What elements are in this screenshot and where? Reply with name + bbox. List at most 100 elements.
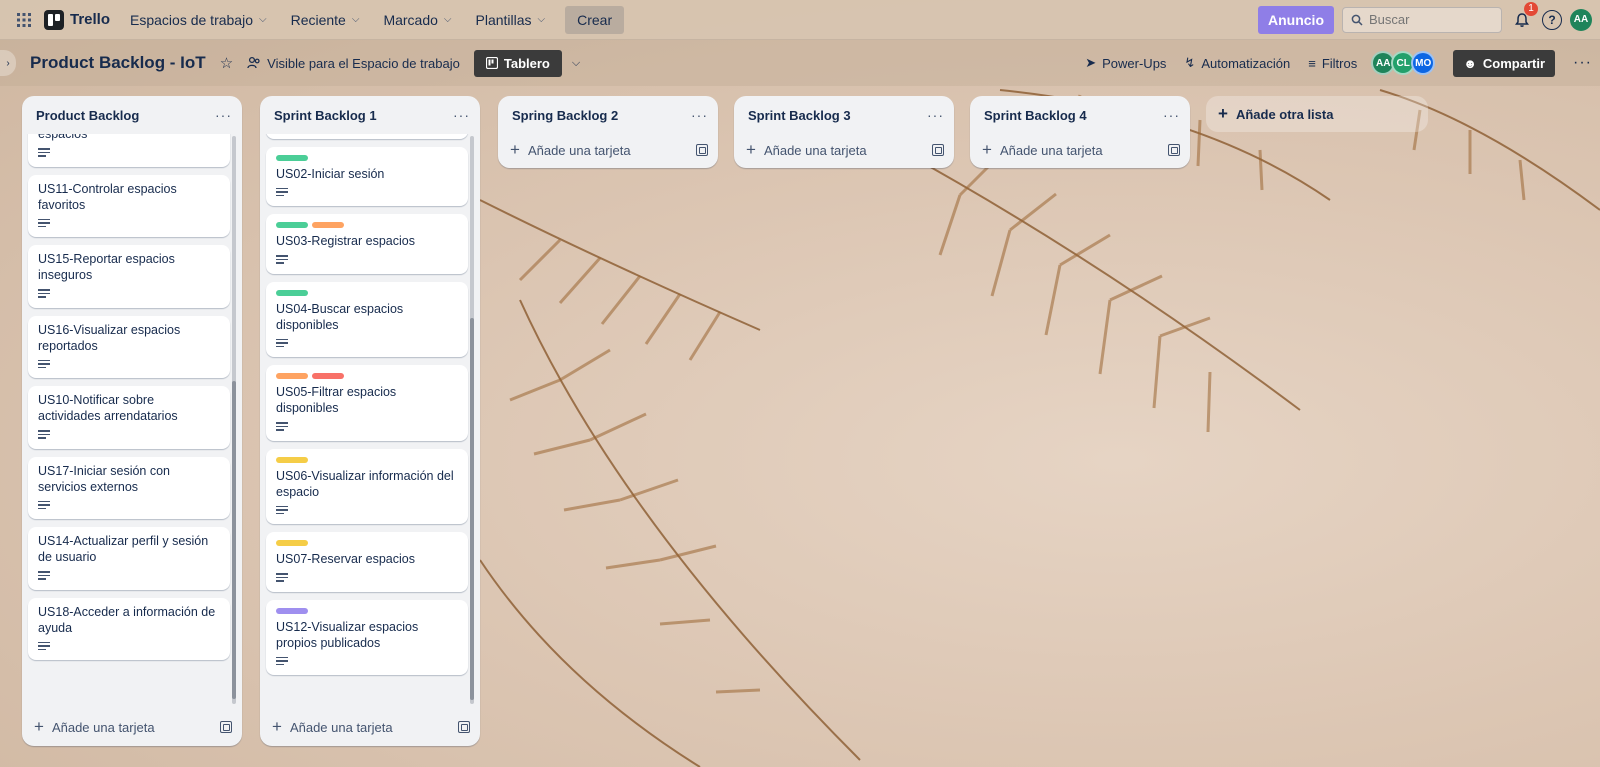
list-title[interactable]: Spring Backlog 2 [512,108,618,123]
card[interactable]: US17-Iniciar sesión con servicios extern… [28,456,230,519]
plus-icon: + [746,140,756,159]
list-header[interactable]: Sprint Backlog 1 ··· [260,96,480,134]
chevron-down-icon[interactable]: ⌵ [572,57,580,70]
trello-logo[interactable]: Trello [44,9,110,30]
description-icon [38,641,50,650]
description-icon [276,187,288,196]
visibility-button[interactable]: Visible para el Espacio de trabajo [247,56,460,71]
menu-recent[interactable]: Reciente ⌵ [281,6,370,34]
list-scrollbar[interactable] [470,136,474,704]
card[interactable]: US12-Visualizar espacios propios publica… [266,599,468,675]
board-menu-icon[interactable]: ··· [1573,54,1592,72]
card-title: US05-Filtrar espacios disponibles [276,385,397,415]
add-card-button[interactable]: + Añade una tarjeta [982,140,1103,160]
card-template-icon[interactable] [220,721,232,733]
star-icon[interactable]: ☆ [220,54,233,72]
add-card-button[interactable]: + Añade una tarjeta [746,140,867,160]
description-icon [38,289,50,298]
add-card-label: Añade una tarjeta [999,142,1103,158]
lightning-icon: ↯ [1184,55,1196,70]
scrollbar-thumb[interactable] [470,318,474,700]
help-icon[interactable]: ? [1542,9,1562,30]
card-title: US16-Visualizar espacios reportados [38,322,181,353]
list-menu-icon[interactable]: ··· [215,107,232,123]
board-members: AA CL MO [1371,51,1436,75]
list-menu-icon[interactable]: ··· [453,107,470,123]
list-cards-container[interactable]: espacios US11-Controlar espacios favorit… [22,134,242,708]
label-orange[interactable] [312,222,344,228]
label-purple[interactable] [276,607,308,614]
menu-starred[interactable]: Marcado ⌵ [373,6,461,34]
nav-menu: Espacios de trabajo ⌵ Reciente ⌵ Marcado… [120,5,625,34]
board-actions: ➤ Power-Ups ↯ Automatización ≡ Filtros A… [1085,49,1592,77]
label-green[interactable] [276,222,308,228]
list-header[interactable]: Sprint Backlog 3 ··· [734,96,954,134]
list-title[interactable]: Sprint Backlog 4 [984,108,1087,123]
card-title: US14-Actualizar perfil y sesión de usuar… [38,534,209,564]
add-card-button[interactable]: + Añade una tarjeta [510,140,631,160]
card[interactable] [266,134,468,139]
list-header[interactable]: Product Backlog ··· [22,96,242,134]
filters-button[interactable]: ≡ Filtros [1308,56,1357,71]
card-template-icon[interactable] [696,144,708,156]
announcement-button[interactable]: Anuncio [1258,5,1334,34]
card-template-icon[interactable] [932,144,944,156]
label-green[interactable] [276,154,308,161]
automation-button[interactable]: ↯ Automatización [1184,55,1290,71]
card[interactable]: US03-Registrar espacios [266,214,468,274]
board-title[interactable]: Product Backlog - IoT [30,53,206,73]
list-scrollbar[interactable] [232,136,236,704]
member-avatar[interactable]: MO [1411,51,1436,75]
share-button[interactable]: ☻ Compartir [1453,49,1556,77]
card[interactable]: US11-Controlar espacios favoritos [28,174,230,237]
label-green[interactable] [276,289,308,296]
card[interactable]: US07-Reservar espacios [266,532,468,592]
people-icon [247,56,260,69]
app-switcher-icon[interactable] [8,4,40,36]
user-avatar[interactable]: AA [1570,8,1592,31]
card[interactable]: US16-Visualizar espacios reportados [28,315,230,378]
scrollbar-thumb[interactable] [232,381,236,699]
card[interactable]: US04-Buscar espacios disponibles [266,281,468,357]
card[interactable]: US05-Filtrar espacios disponibles [266,365,468,441]
add-card-button[interactable]: + Añade una tarjeta [272,717,393,737]
card[interactable]: espacios [28,134,230,167]
card-template-icon[interactable] [1168,144,1180,156]
list-menu-icon[interactable]: ··· [1163,107,1180,123]
list-product-backlog: Product Backlog ··· espacios US11-Contro… [22,96,242,746]
notifications-button[interactable]: 1 [1510,1,1538,32]
list-menu-icon[interactable]: ··· [927,107,944,123]
search-input[interactable] [1369,12,1489,27]
list-title[interactable]: Sprint Backlog 3 [748,108,851,123]
label-red[interactable] [312,373,344,379]
powerups-button[interactable]: ➤ Power-Ups [1085,55,1166,71]
card[interactable]: US06-Visualizar información del espacio [266,448,468,524]
card[interactable]: US14-Actualizar perfil y sesión de usuar… [28,527,230,590]
menu-templates[interactable]: Plantillas ⌵ [466,6,556,34]
label-orange[interactable] [276,373,308,379]
board-view-button[interactable]: Tablero [473,49,562,77]
list-title[interactable]: Sprint Backlog 1 [274,108,377,123]
trello-logo-icon [44,9,64,30]
card[interactable]: US15-Reportar espacios inseguros [28,245,230,308]
sidebar-toggle-chevron-right-icon[interactable]: › [0,50,16,76]
card-template-icon[interactable] [458,721,470,733]
description-icon [38,430,50,439]
add-list-button[interactable]: + Añade otra lista [1206,96,1428,132]
menu-workspaces[interactable]: Espacios de trabajo ⌵ [120,6,277,34]
description-icon [276,338,288,347]
list-cards-container[interactable]: US02-Iniciar sesión US03-Registrar espac… [260,134,480,708]
card[interactable]: US02-Iniciar sesión [266,146,468,206]
label-yellow[interactable] [276,456,308,463]
search-box[interactable] [1342,6,1502,33]
list-title[interactable]: Product Backlog [36,108,139,123]
create-button[interactable]: Crear [565,5,625,34]
add-card-button[interactable]: + Añade una tarjeta [34,717,155,737]
card[interactable]: US10-Notificar sobre actividades arrenda… [28,386,230,449]
list-header[interactable]: Spring Backlog 2 ··· [498,96,718,134]
filter-icon: ≡ [1308,55,1316,71]
card[interactable]: US18-Acceder a información de ayuda [28,597,230,660]
list-menu-icon[interactable]: ··· [691,107,708,123]
label-yellow[interactable] [276,540,308,546]
list-header[interactable]: Sprint Backlog 4 ··· [970,96,1190,134]
